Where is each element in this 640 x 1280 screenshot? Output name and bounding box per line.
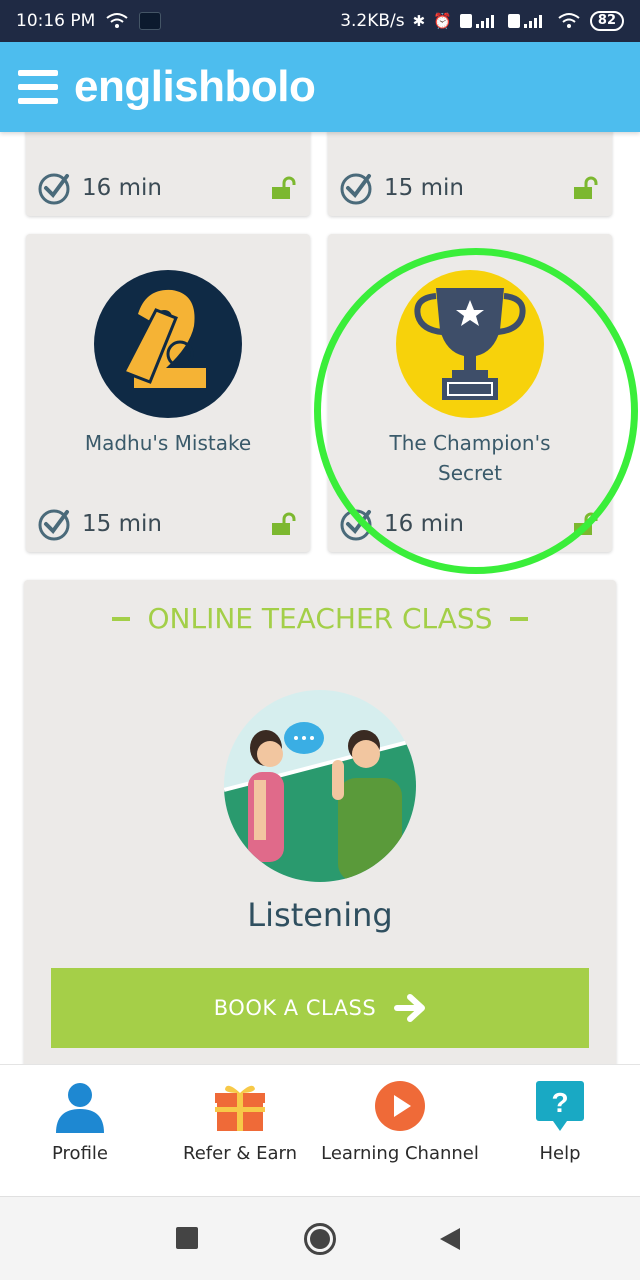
check-icon — [340, 173, 372, 205]
system-navigation-bar — [0, 1196, 640, 1280]
lesson-title: Madhu's Mistake — [84, 431, 252, 455]
class-heading-row: ONLINE TEACHER CLASS — [24, 602, 616, 635]
listening-illustration — [224, 690, 416, 882]
bottom-navigation: Profile Refer & Earn Learning Channel ? … — [0, 1064, 640, 1196]
nav-label: Learning Channel — [321, 1143, 479, 1164]
lesson-card[interactable]: 15 min — [328, 132, 612, 216]
hamburger-menu-icon[interactable] — [18, 70, 58, 104]
lesson-meta: 15 min — [338, 170, 598, 206]
check-icon — [38, 509, 70, 541]
number-two-icon — [94, 270, 242, 418]
lesson-card-madhus-mistake[interactable]: Madhu's Mistake 15 min — [26, 234, 310, 552]
bluetooth-icon: ✱ — [412, 12, 426, 30]
nav-label: Help — [539, 1143, 581, 1164]
lesson-title: The Champion's Secret — [389, 431, 551, 485]
lesson-meta: 16 min — [338, 506, 598, 542]
lesson-card-champions-secret[interactable]: The Champion's Secret 16 min — [328, 234, 612, 552]
wifi-icon — [558, 13, 580, 28]
gift-icon — [215, 1085, 265, 1131]
app-bar: englishbolo — [0, 42, 640, 132]
nav-profile[interactable]: Profile — [0, 1065, 160, 1196]
back-icon[interactable] — [438, 1226, 462, 1252]
lesson-meta: 15 min — [36, 506, 296, 542]
arrow-right-icon — [394, 994, 426, 1022]
lesson-duration: 15 min — [82, 511, 162, 537]
brand-logo: englishbolo — [74, 62, 316, 111]
book-a-class-button[interactable]: BOOK A CLASS — [51, 968, 589, 1048]
check-icon — [340, 509, 372, 541]
unlock-icon — [272, 176, 296, 199]
lesson-duration: 16 min — [384, 511, 464, 537]
class-name: Listening — [247, 896, 393, 934]
network-speed: 3.2KB/s — [340, 11, 405, 31]
unlock-icon — [272, 512, 296, 535]
alarm-icon: ⏰ — [433, 12, 452, 30]
book-a-class-label: BOOK A CLASS — [213, 996, 377, 1020]
online-teacher-class-card: ONLINE TEACHER CLASS Listening BOOK A CL… — [24, 580, 616, 1064]
signal-icon — [507, 14, 542, 28]
wifi-icon — [106, 13, 128, 28]
nav-label: Refer & Earn — [183, 1143, 297, 1164]
app-notification-icon — [139, 12, 162, 30]
unlock-icon — [574, 176, 598, 199]
battery-indicator: 82 — [589, 11, 624, 31]
nav-refer-earn[interactable]: Refer & Earn — [160, 1065, 320, 1196]
unlock-icon — [574, 512, 598, 535]
check-icon — [38, 173, 70, 205]
lesson-list[interactable]: 16 min 15 min Madhu's Mistake 15 min The… — [0, 132, 640, 1064]
status-time: 10:16 PM — [16, 11, 96, 31]
home-icon[interactable] — [304, 1223, 336, 1255]
signal-icon — [459, 14, 494, 28]
recents-icon[interactable] — [176, 1227, 198, 1249]
svg-text:?: ? — [551, 1087, 568, 1118]
play-icon — [375, 1081, 425, 1131]
lesson-duration: 15 min — [384, 175, 464, 201]
trophy-icon — [396, 270, 544, 418]
nav-label: Profile — [52, 1143, 108, 1164]
profile-icon — [56, 1083, 104, 1133]
class-heading: ONLINE TEACHER CLASS — [147, 602, 493, 635]
status-bar: 10:16 PM 3.2KB/s ✱ ⏰ 82 — [0, 0, 640, 42]
nav-help[interactable]: ? Help — [480, 1065, 640, 1196]
help-icon: ? — [536, 1081, 584, 1131]
lesson-card[interactable]: 16 min — [26, 132, 310, 216]
lesson-meta: 16 min — [36, 170, 296, 206]
nav-learning-channel[interactable]: Learning Channel — [320, 1065, 480, 1196]
lesson-duration: 16 min — [82, 175, 162, 201]
